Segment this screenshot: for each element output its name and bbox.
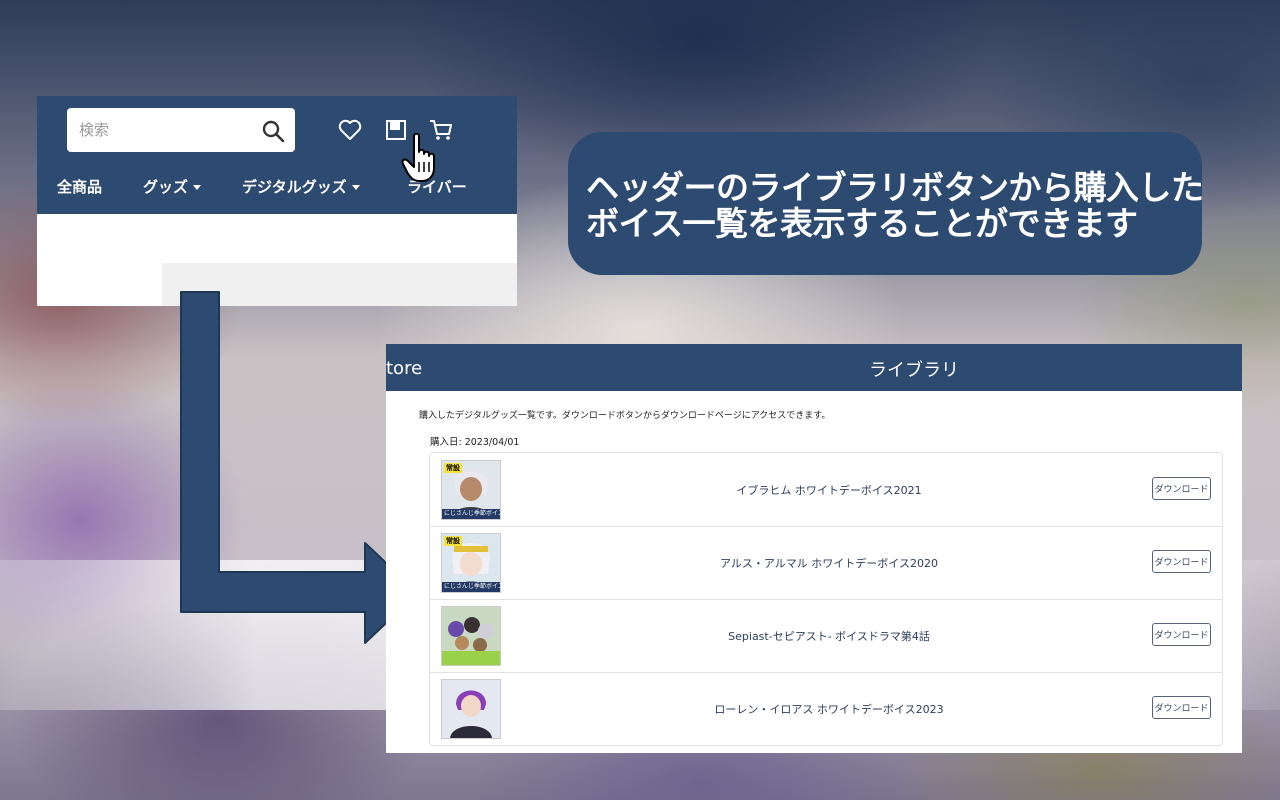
purchase-list: 常設 にじさんじ季節ボイス イブラヒム ホワイトデーボイス2021 ダウンロード… <box>429 452 1223 746</box>
page-title: ライブラリ <box>869 360 959 381</box>
item-thumbnail <box>441 606 501 666</box>
search-icon[interactable] <box>261 119 285 143</box>
heart-icon[interactable] <box>337 117 363 143</box>
hand-pointer-icon <box>401 132 435 182</box>
chevron-down-icon <box>193 185 202 190</box>
list-item: 常設 にじさんじ季節ボイス アルス・アルマル ホワイトデーボイス2020 ダウン… <box>430 526 1222 600</box>
item-title: Sepiast-セピアスト- ボイスドラマ第4話 <box>728 630 930 643</box>
store-brand[interactable]: tore <box>386 358 422 379</box>
purchase-date: 購入日: 2023/04/01 <box>430 437 520 448</box>
nav-goods[interactable]: グッズ <box>143 176 202 197</box>
list-item: ローレン・イロアス ホワイトデーボイス2023 ダウンロード <box>430 672 1222 745</box>
list-item: Sepiast-セピアスト- ボイスドラマ第4話 ダウンロード <box>430 599 1222 673</box>
item-title: イブラヒム ホワイトデーボイス2021 <box>736 484 922 497</box>
library-description: 購入したデジタルグッズ一覧です。ダウンロードボタンからダウンロードページにアクセ… <box>419 411 831 421</box>
item-title: ローレン・イロアス ホワイトデーボイス2023 <box>714 703 944 716</box>
item-thumbnail <box>441 679 501 739</box>
callout-bubble: ヘッダーのライブラリボタンから購入した ボイス一覧を表示することができます <box>568 132 1204 275</box>
search-input[interactable] <box>67 108 257 152</box>
item-series-label: にじさんじ季節ボイス <box>442 509 500 519</box>
item-series-label: にじさんじ季節ボイス <box>442 582 500 592</box>
download-button[interactable]: ダウンロード <box>1152 623 1211 646</box>
library-page: tore ライブラリ 購入したデジタルグッズ一覧です。ダウンロードボタンからダウ… <box>386 344 1242 753</box>
item-title: アルス・アルマル ホワイトデーボイス2020 <box>720 557 938 570</box>
list-item: 常設 にじさんじ季節ボイス イブラヒム ホワイトデーボイス2021 ダウンロード <box>430 453 1222 527</box>
item-thumbnail: 常設 にじさんじ季節ボイス <box>441 533 501 593</box>
callout-line-1: ヘッダーのライブラリボタンから購入した <box>586 168 1204 207</box>
nav-all-products[interactable]: 全商品 <box>57 176 102 197</box>
download-button[interactable]: ダウンロード <box>1152 550 1211 573</box>
search-box <box>67 108 295 152</box>
header-screenshot: 全商品 グッズ デジタルグッズ ライバー <box>37 96 517 306</box>
nav-digital-goods[interactable]: デジタルグッズ <box>242 176 360 197</box>
item-badge: 常設 <box>444 463 462 473</box>
item-thumbnail: 常設 にじさんじ季節ボイス <box>441 460 501 520</box>
avatar <box>442 680 500 738</box>
download-button[interactable]: ダウンロード <box>1152 477 1211 500</box>
download-button[interactable]: ダウンロード <box>1152 696 1211 719</box>
avatar <box>442 607 500 665</box>
library-header: tore ライブラリ <box>386 344 1242 391</box>
item-badge: 常設 <box>444 536 462 546</box>
chevron-down-icon <box>351 185 360 190</box>
callout-line-2: ボイス一覧を表示することができます <box>586 204 1138 243</box>
